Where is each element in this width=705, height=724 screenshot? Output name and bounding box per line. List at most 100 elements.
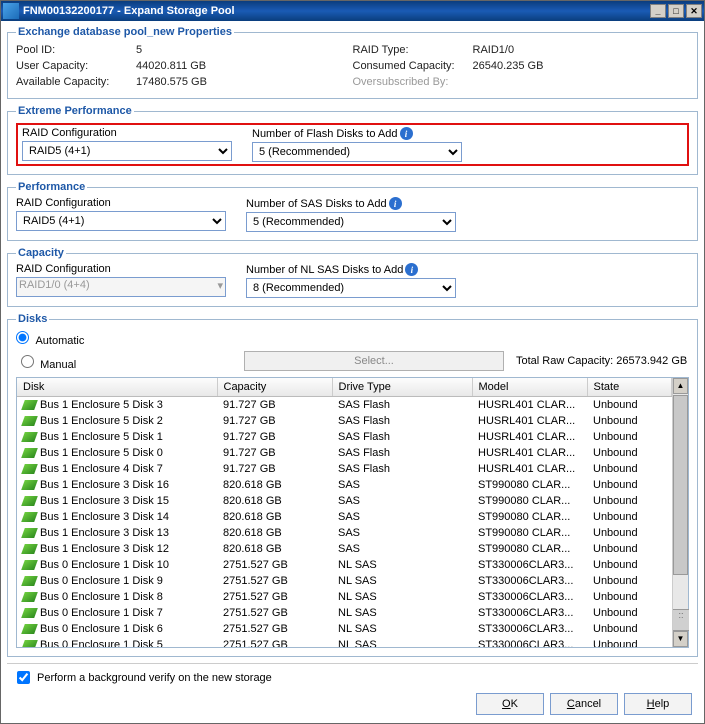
table-row[interactable]: Bus 0 Enclosure 1 Disk 82751.527 GBNL SA… bbox=[17, 589, 672, 605]
performance-num-label: Number of SAS Disks to Add i bbox=[246, 197, 456, 210]
table-row[interactable]: Bus 1 Enclosure 3 Disk 13820.618 GBSASST… bbox=[17, 525, 672, 541]
verify-checkbox[interactable] bbox=[17, 671, 30, 684]
footer: Perform a background verify on the new s… bbox=[7, 663, 698, 719]
disk-icon bbox=[21, 608, 38, 618]
properties-legend: Exchange database pool_new Properties bbox=[16, 26, 234, 38]
capacity-group: Capacity RAID Configuration RAID1/0 (4+4… bbox=[7, 247, 698, 307]
pool-id-value: 5 bbox=[136, 44, 142, 56]
pool-id-label: Pool ID: bbox=[16, 44, 136, 56]
consumed-capacity-label: Consumed Capacity: bbox=[353, 60, 473, 72]
table-row[interactable]: Bus 1 Enclosure 4 Disk 791.727 GBSAS Fla… bbox=[17, 461, 672, 477]
disk-icon bbox=[21, 512, 38, 522]
scroll-up-icon[interactable]: ▲ bbox=[673, 378, 688, 394]
col-capacity[interactable]: Capacity bbox=[217, 378, 332, 397]
table-row[interactable]: Bus 1 Enclosure 5 Disk 191.727 GBSAS Fla… bbox=[17, 429, 672, 445]
total-raw-capacity: Total Raw Capacity: 26573.942 GB bbox=[516, 355, 687, 367]
disk-icon bbox=[21, 560, 38, 570]
col-model[interactable]: Model bbox=[472, 378, 587, 397]
extreme-highlight: RAID Configuration RAID5 (4+1) Number of… bbox=[16, 123, 689, 166]
info-icon[interactable]: i bbox=[400, 127, 413, 140]
maximize-button[interactable]: □ bbox=[668, 4, 684, 18]
table-row[interactable]: Bus 1 Enclosure 5 Disk 091.727 GBSAS Fla… bbox=[17, 445, 672, 461]
performance-raid-select[interactable]: RAID5 (4+1) bbox=[16, 211, 226, 231]
table-row[interactable]: Bus 0 Enclosure 1 Disk 92751.527 GBNL SA… bbox=[17, 573, 672, 589]
oversubscribed-label: Oversubscribed By: bbox=[353, 76, 473, 88]
manual-radio-label[interactable]: Manual bbox=[16, 352, 76, 371]
user-capacity-label: User Capacity: bbox=[16, 60, 136, 72]
extreme-raid-select[interactable]: RAID5 (4+1) bbox=[22, 141, 232, 161]
info-icon[interactable]: i bbox=[389, 197, 402, 210]
extreme-raid-label: RAID Configuration bbox=[22, 127, 232, 139]
disk-icon bbox=[21, 432, 38, 442]
disks-group: Disks Automatic Manual Select... Total R… bbox=[7, 313, 698, 657]
raid-type-value: RAID1/0 bbox=[473, 44, 515, 56]
close-button[interactable]: ✕ bbox=[686, 4, 702, 18]
consumed-capacity-value: 26540.235 GB bbox=[473, 60, 544, 72]
col-disk[interactable]: Disk bbox=[17, 378, 217, 397]
capacity-raid-label: RAID Configuration bbox=[16, 263, 226, 275]
disk-icon bbox=[21, 416, 38, 426]
disk-icon bbox=[21, 576, 38, 586]
capacity-raid-select: RAID1/0 (4+4) ▾ bbox=[16, 277, 226, 297]
ok-button[interactable]: OK bbox=[476, 693, 544, 715]
capacity-num-select[interactable]: 8 (Recommended) bbox=[246, 278, 456, 298]
scroll-grip[interactable]: :: bbox=[673, 609, 689, 631]
available-capacity-label: Available Capacity: bbox=[16, 76, 136, 88]
capacity-num-label: Number of NL SAS Disks to Add i bbox=[246, 263, 456, 276]
disk-icon bbox=[21, 592, 38, 602]
disk-icon bbox=[21, 544, 38, 554]
table-row[interactable]: Bus 1 Enclosure 3 Disk 16820.618 GBSASST… bbox=[17, 477, 672, 493]
disks-table-wrap: Disk Capacity Drive Type Model State Bus… bbox=[16, 377, 689, 648]
verify-label: Perform a background verify on the new s… bbox=[37, 672, 272, 684]
table-row[interactable]: Bus 1 Enclosure 3 Disk 12820.618 GBSASST… bbox=[17, 541, 672, 557]
capacity-legend: Capacity bbox=[16, 247, 66, 259]
performance-group: Performance RAID Configuration RAID5 (4+… bbox=[7, 181, 698, 241]
properties-group: Exchange database pool_new Properties Po… bbox=[7, 26, 698, 99]
disk-icon bbox=[21, 624, 38, 634]
disk-icon bbox=[21, 640, 38, 647]
table-row[interactable]: Bus 0 Enclosure 1 Disk 52751.527 GBNL SA… bbox=[17, 637, 672, 647]
table-row[interactable]: Bus 1 Enclosure 3 Disk 15820.618 GBSASST… bbox=[17, 493, 672, 509]
disks-table: Disk Capacity Drive Type Model State Bus… bbox=[17, 378, 672, 647]
disks-legend: Disks bbox=[16, 313, 49, 325]
raid-type-label: RAID Type: bbox=[353, 44, 473, 56]
expand-storage-pool-window: FNM00132200177 - Expand Storage Pool _ □… bbox=[0, 0, 705, 724]
disk-icon bbox=[21, 464, 38, 474]
extreme-num-label: Number of Flash Disks to Add i bbox=[252, 127, 462, 140]
cancel-button[interactable]: Cancel bbox=[550, 693, 618, 715]
help-button[interactable]: Help bbox=[624, 693, 692, 715]
table-row[interactable]: Bus 0 Enclosure 1 Disk 62751.527 GBNL SA… bbox=[17, 621, 672, 637]
scroll-thumb[interactable] bbox=[673, 395, 688, 575]
disk-icon bbox=[21, 496, 38, 506]
info-icon[interactable]: i bbox=[405, 263, 418, 276]
available-capacity-value: 17480.575 GB bbox=[136, 76, 207, 88]
table-row[interactable]: Bus 1 Enclosure 5 Disk 391.727 GBSAS Fla… bbox=[17, 397, 672, 414]
extreme-performance-group: Extreme Performance RAID Configuration R… bbox=[7, 105, 698, 175]
disk-icon bbox=[21, 400, 38, 410]
window-title: FNM00132200177 - Expand Storage Pool bbox=[23, 5, 235, 17]
col-state[interactable]: State bbox=[587, 378, 672, 397]
disk-icon bbox=[21, 448, 38, 458]
manual-radio[interactable] bbox=[21, 355, 34, 368]
extreme-performance-legend: Extreme Performance bbox=[16, 105, 134, 117]
user-capacity-value: 44020.811 GB bbox=[136, 60, 206, 72]
app-icon bbox=[3, 3, 19, 19]
table-row[interactable]: Bus 1 Enclosure 5 Disk 291.727 GBSAS Fla… bbox=[17, 413, 672, 429]
minimize-button[interactable]: _ bbox=[650, 4, 666, 18]
titlebar[interactable]: FNM00132200177 - Expand Storage Pool _ □… bbox=[1, 1, 704, 21]
scroll-down-icon[interactable]: ▼ bbox=[673, 631, 688, 647]
extreme-num-select[interactable]: 5 (Recommended) bbox=[252, 142, 462, 162]
disk-icon bbox=[21, 528, 38, 538]
table-row[interactable]: Bus 1 Enclosure 3 Disk 14820.618 GBSASST… bbox=[17, 509, 672, 525]
performance-legend: Performance bbox=[16, 181, 87, 193]
disk-icon bbox=[21, 480, 38, 490]
automatic-radio[interactable] bbox=[16, 331, 29, 344]
col-drive-type[interactable]: Drive Type bbox=[332, 378, 472, 397]
table-row[interactable]: Bus 0 Enclosure 1 Disk 72751.527 GBNL SA… bbox=[17, 605, 672, 621]
disks-scrollbar[interactable]: ▲ :: ▼ bbox=[672, 378, 688, 647]
automatic-radio-label[interactable]: Automatic bbox=[16, 331, 84, 347]
performance-raid-label: RAID Configuration bbox=[16, 197, 226, 209]
table-row[interactable]: Bus 0 Enclosure 1 Disk 102751.527 GBNL S… bbox=[17, 557, 672, 573]
select-disks-button: Select... bbox=[244, 351, 504, 371]
performance-num-select[interactable]: 5 (Recommended) bbox=[246, 212, 456, 232]
